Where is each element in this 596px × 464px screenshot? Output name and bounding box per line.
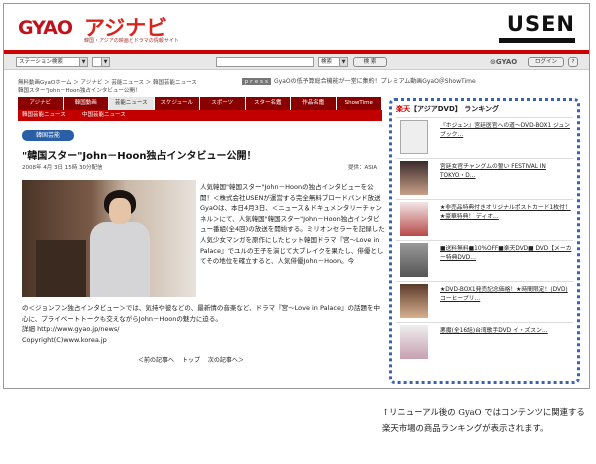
dvd-thumbnail xyxy=(400,284,428,318)
ranking-header: 楽天【アジアDVD】 ランキング xyxy=(396,104,499,114)
breadcrumb[interactable]: 無料動画GyaOホーム ＞ アジナビ ＞ 芸能ニュース ＞ 韓国芸能ニュース xyxy=(18,78,197,86)
ranking-item-title[interactable]: ■送料無料■10%OFF■楽天DVD■ DVD【メーカー特典DVD… xyxy=(440,245,572,263)
dvd-thumbnail xyxy=(400,120,428,154)
tab-asianavi[interactable]: アジナビ xyxy=(18,97,64,110)
tab-star-directory[interactable]: スター名鑑 xyxy=(246,97,291,110)
ranking-item[interactable]: ★非売品特典付きオリジナルポストカード1枚付！★豪華特典！ ディオ… xyxy=(396,199,573,238)
category-badge: 韓国芸能 xyxy=(22,130,74,141)
dvd-thumbnail xyxy=(400,161,428,195)
main-nav-tabs: アジナビ 韓国動画 芸能ニュース スケジュール スポーツ スター名鑑 作品名鑑 … xyxy=(18,97,382,110)
ranking-item[interactable]: ★DVD-BOX1発売記念価格！★時間限定！(DVD)コーヒープリ… xyxy=(396,281,573,320)
dvd-thumbnail xyxy=(400,202,428,236)
subtab-china-news[interactable]: 中国芸能ニュース xyxy=(82,110,126,121)
promo-tag: ｐｒｅｓｓ xyxy=(242,78,272,85)
scope-select-value: ステーション検索 xyxy=(19,59,63,65)
tab-schedule[interactable]: スケジュール xyxy=(155,97,200,110)
ranking-item-title[interactable]: 『ホジュン』宮廷医官への道～DVD-BOX1 ジュンブック… xyxy=(440,122,572,140)
sub-nav-tabs: 韓国芸能ニュース 中国芸能ニュース xyxy=(18,110,382,121)
top-link[interactable]: トップ xyxy=(182,357,200,364)
screenshot-frame: GYAO アジナビ 韓国・アジアの映画とドラマの情報サイト USEN ステーショ… xyxy=(3,3,590,389)
ranking-item-title[interactable]: 悪魔(全16話)台湾歌手DVD イ・ズスン… xyxy=(440,327,572,336)
logo-subtitle: 韓国・アジアの映画とドラマの情報サイト xyxy=(84,38,179,44)
article-title: "韓国スター"John－Hoon独占インタビュー公開！ xyxy=(22,151,257,162)
rakuten-ranking-panel: 楽天【アジアDVD】 ランキング 『ホジュン』宮廷医官への道～DVD-BOX1 … xyxy=(389,98,580,384)
chevron-down-icon: ▼ xyxy=(339,58,347,66)
photo-person-face xyxy=(109,198,131,224)
usen-logo-text: USEN xyxy=(506,12,575,36)
breadcrumb-current: 韓国スター"John－Hoon独占インタビュー公開！ xyxy=(18,88,141,94)
article-tail-text: の＜ジョンフン独占インタビュー＞では、気持や彼などの、最新情の音楽など、ドラマ『… xyxy=(22,304,380,323)
chevron-down-icon: ▼ xyxy=(79,58,87,66)
dvd-thumbnail xyxy=(400,325,428,359)
help-button[interactable]: ? xyxy=(568,57,578,67)
login-button[interactable]: ログイン xyxy=(528,57,564,67)
tab-title-directory[interactable]: 作品名鑑 xyxy=(291,97,337,110)
scope-select[interactable]: ステーション検索 ▼ xyxy=(16,57,88,67)
search-input[interactable] xyxy=(216,57,314,67)
ranking-item-title[interactable]: ★非売品特典付きオリジナルポストカード1枚付！★豪華特典！ ディオ… xyxy=(440,204,572,222)
ranking-item[interactable]: 『ホジュン』宮廷医官への道～DVD-BOX1 ジュンブック… xyxy=(396,117,573,156)
tab-news[interactable]: 芸能ニュース xyxy=(109,97,155,110)
tab-showtime[interactable]: ShowTime xyxy=(337,97,382,110)
article-link[interactable]: 詳細 http://www.gyao.jp/news/ xyxy=(22,324,386,335)
photo-chair xyxy=(36,240,86,297)
promo-text: GyaOの低予算総合機能が一堂に集約！プレミアム動画GyaO＠ShowTime xyxy=(274,78,476,85)
kind-select-value: 検索 xyxy=(321,59,333,65)
ranking-item-title[interactable]: 宮廷女官チャングムの誓い FESTIVAL IN TOKYO・D… xyxy=(440,163,572,181)
figure-caption: ↑リニューアル後の GyaO ではコンテンツに関連する楽天市場の商品ランキングが… xyxy=(382,407,585,433)
promo-banner[interactable]: ｐｒｅｓｓ GyaOの低予算総合機能が一堂に集約！プレミアム動画GyaO＠Show… xyxy=(242,76,476,85)
rakuten-logo: 楽天 xyxy=(396,105,410,113)
chevron-down-icon: ▼ xyxy=(101,58,109,66)
usen-logo[interactable]: USEN xyxy=(499,12,575,43)
ranking-title: 【アジアDVD】 ランキング xyxy=(410,105,499,113)
site-header: GYAO アジナビ 韓国・アジアの映画とドラマの情報サイト USEN xyxy=(4,4,589,50)
ranking-item[interactable]: ■送料無料■10%OFF■楽天DVD■ DVD【メーカー特典DVD… xyxy=(396,240,573,279)
search-button[interactable]: 検 索 xyxy=(353,57,387,67)
gyao-search-logo: ⊙GYAO xyxy=(490,58,517,66)
dvd-thumbnail xyxy=(400,243,428,277)
article-copyright: Copyright(C)www.korea.jp xyxy=(22,335,107,344)
ranking-item-title[interactable]: ★DVD-BOX1発売記念価格！★時間限定！(DVD)コーヒープリ… xyxy=(440,286,572,304)
prev-article-link[interactable]: ＜前の記事へ xyxy=(138,357,174,364)
article-date: 2008年 4月 3日 15時 30分配信 xyxy=(22,165,103,171)
gyao-logo[interactable]: GYAO xyxy=(18,17,73,39)
ranking-item[interactable]: 宮廷女官チャングムの誓い FESTIVAL IN TOKYO・D… xyxy=(396,158,573,197)
article-source: 提供：ASIA xyxy=(348,165,378,171)
gyao-search-label: GYAO xyxy=(495,58,518,66)
kind-select[interactable]: 検索 ▼ xyxy=(318,57,348,67)
article-tail: の＜ジョンフン独占インタビュー＞では、気持や彼などの、最新情の音楽など、ドラマ『… xyxy=(22,303,386,345)
next-article-link[interactable]: 次の記事へ＞ xyxy=(208,357,244,364)
tab-sports[interactable]: スポーツ xyxy=(200,97,246,110)
photo-person-body xyxy=(90,222,150,297)
article-pager: ＜前の記事へ トップ 次の記事へ＞ xyxy=(138,355,250,364)
article-body-text: 人気韓国"韓国スター"John－Hoonの独占インタビューを公開！＜株式会社US… xyxy=(200,183,385,266)
usen-logo-bar xyxy=(499,38,575,43)
tab-korean-video[interactable]: 韓国動画 xyxy=(64,97,109,110)
article-photo xyxy=(22,180,196,297)
station-select[interactable]: ▼ xyxy=(92,57,110,67)
article-body: 人気韓国"韓国スター"John－Hoonの独占インタビューを公開！＜株式会社US… xyxy=(200,182,386,267)
search-bar: ステーション検索 ▼ ▼ 検索 ▼ 検 索 ⊙GYAO ログイン ? xyxy=(4,54,589,70)
subtab-korea-news[interactable]: 韓国芸能ニュース xyxy=(22,110,66,121)
ranking-item[interactable]: 悪魔(全16話)台湾歌手DVD イ・ズスン… xyxy=(396,322,573,361)
